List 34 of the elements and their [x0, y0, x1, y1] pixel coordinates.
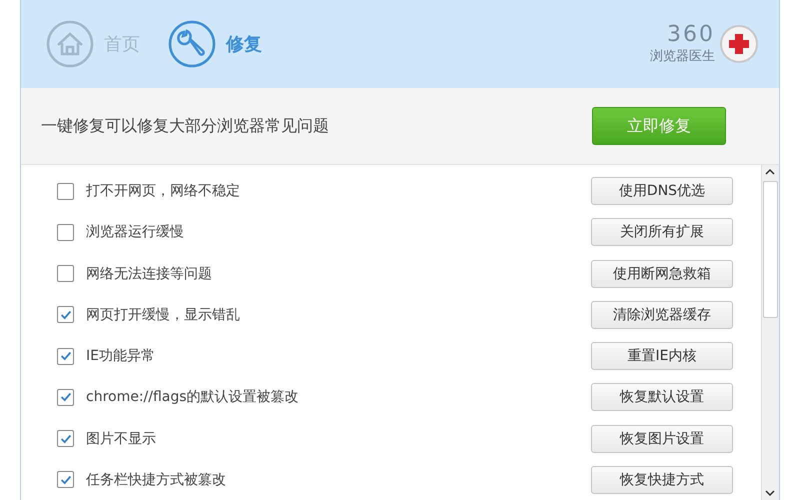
checkbox[interactable] [57, 348, 74, 365]
action-button[interactable]: 使用DNS优选 [591, 177, 733, 206]
check-icon [58, 390, 72, 404]
checkbox[interactable] [57, 388, 74, 406]
action-button[interactable]: 重置IE内核 [591, 342, 733, 370]
action-button[interactable]: 使用断网急救箱 [591, 260, 733, 288]
checkbox[interactable] [57, 224, 74, 241]
wrench-icon [168, 20, 216, 68]
checkbox[interactable] [57, 430, 74, 448]
issue-label: 打不开网页，网络不稳定 [86, 182, 241, 200]
scroll-thumb[interactable] [763, 181, 778, 318]
action-button[interactable]: 关闭所有扩展 [591, 218, 733, 246]
checkbox[interactable] [57, 182, 74, 200]
action-button[interactable]: 恢复快捷方式 [591, 466, 733, 494]
issue-label: 任务栏快捷方式被篡改 [86, 470, 227, 489]
issue-label: 浏览器运行缓慢 [86, 223, 185, 242]
check-icon [58, 349, 72, 364]
issue-label: 网络无法连接等问题 [86, 264, 213, 283]
action-button[interactable]: 恢复图片设置 [591, 424, 733, 453]
checkbox[interactable] [57, 265, 74, 282]
action-button[interactable]: 清除浏览器缓存 [591, 300, 733, 329]
issue-label: 图片不显示 [86, 430, 157, 448]
checkbox[interactable] [57, 471, 74, 488]
issue-label: chrome://flags的默认设置被篡改 [86, 388, 300, 406]
issue-label: 网页打开缓慢，显示错乱 [86, 306, 241, 324]
scrollbar[interactable] [761, 165, 779, 500]
medical-cross-logo-icon [719, 24, 759, 64]
checkbox[interactable] [57, 306, 74, 324]
issue-label: IE功能异常 [86, 347, 156, 366]
brand-name: 360 [667, 23, 715, 47]
brand-subtitle: 浏览器医生 [650, 48, 715, 65]
action-button[interactable]: 恢复默认设置 [591, 383, 733, 412]
banner-text: 一键修复可以修复大部分浏览器常见问题 [41, 116, 329, 136]
home-icon [46, 20, 94, 68]
